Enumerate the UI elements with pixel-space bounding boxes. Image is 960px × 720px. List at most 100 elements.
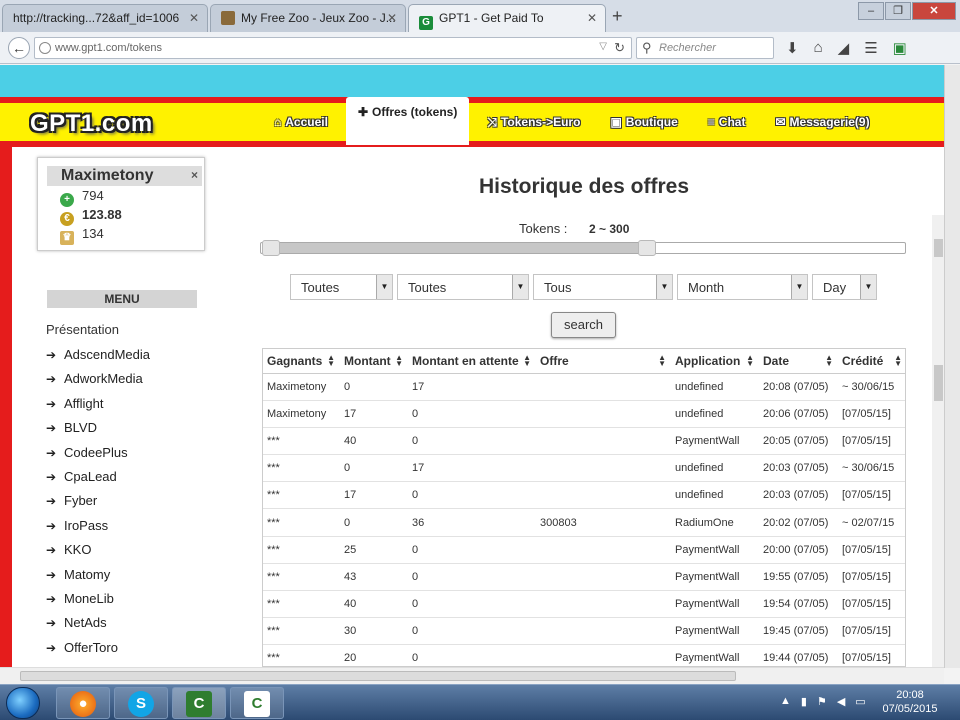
plus-circle-icon: + [60, 193, 74, 207]
start-button[interactable] [6, 687, 40, 719]
table-cell: PaymentWall [671, 590, 759, 619]
back-arrow-icon[interactable]: ← [8, 37, 30, 59]
nav-boutique[interactable]: ▣ Boutique [610, 103, 677, 141]
nav-offres[interactable]: ✚ Offres (tokens) [345, 97, 470, 145]
filter-select-1[interactable]: Toutes ▼ [290, 274, 393, 300]
browser-tab-bar: http://tracking...72&aff_id=1006 ✕ My Fr… [0, 0, 960, 33]
scrollbar-thumb[interactable] [934, 365, 943, 401]
column-header[interactable]: Montant ▲ ▼ [340, 349, 408, 374]
column-header[interactable]: Application ▲ ▼ [671, 349, 759, 374]
menu-item-afflight[interactable]: ➔ Afflight [46, 396, 104, 411]
taskbar-camtasia[interactable]: C [230, 687, 284, 719]
camtasia-icon: C [244, 691, 270, 717]
network-icon[interactable]: ▮ [801, 695, 807, 708]
close-tab-icon[interactable]: ✕ [387, 11, 397, 25]
addon-icon[interactable]: ▣ [893, 39, 907, 57]
menu-item-codeeplus[interactable]: ➔ CodeePlus [46, 445, 128, 460]
url-dropdown-icon[interactable]: ▽ [599, 41, 607, 52]
table-cell [536, 481, 671, 510]
minimize-icon[interactable]: – [858, 2, 884, 20]
filter-select-3[interactable]: Tous ▼ [533, 274, 673, 300]
browser-tab-myfreezoo[interactable]: My Free Zoo - Jeux Zoo - J... ✕ [210, 4, 406, 32]
gpt1-favicon-icon: G [419, 16, 433, 30]
sort-icon[interactable]: ▲ ▼ [746, 354, 754, 368]
menu-item-adworkmedia[interactable]: ➔ AdworkMedia [46, 371, 143, 386]
table-cell: 0 [340, 454, 408, 483]
nav-chat[interactable]: ≡ Chat [708, 103, 746, 141]
menu-item-kko[interactable]: ➔ KKO [46, 542, 91, 557]
filter-select-2[interactable]: Toutes ▼ [397, 274, 529, 300]
download-icon[interactable]: ⬇ [786, 39, 799, 57]
close-tab-icon[interactable]: ✕ [587, 11, 597, 25]
url-bar[interactable]: www.gpt1.com/tokens ▽ ↻ [34, 37, 632, 59]
chevron-down-icon: ▼ [791, 275, 807, 299]
menu-item-monelib[interactable]: ➔ MoneLib [46, 591, 114, 606]
maximize-icon[interactable]: ❐ [885, 2, 911, 20]
nav-tokens-euro[interactable]: ⤨ Tokens->Euro [487, 103, 580, 141]
sort-icon[interactable]: ▲ ▼ [894, 354, 902, 368]
tray-expand-icon[interactable]: ▲ [780, 695, 791, 708]
sort-icon[interactable]: ▲ ▼ [523, 354, 531, 368]
menu-icon[interactable]: ☰ [864, 39, 877, 57]
table-cell: 0 [408, 617, 536, 646]
search-button[interactable]: search [551, 312, 616, 338]
table-row: *** 30 0 PaymentWall 19:45 (07/05) [07/05/15] [263, 617, 905, 646]
volume-icon[interactable]: ◀ [837, 695, 845, 708]
sort-icon[interactable]: ▲ ▼ [825, 354, 833, 368]
new-tab-icon[interactable]: + [612, 6, 623, 27]
menu-item-matomy[interactable]: ➔ Matomy [46, 567, 110, 582]
close-icon[interactable]: × [191, 168, 198, 182]
taskbar-firefox[interactable]: ● [56, 687, 110, 719]
flag-icon[interactable]: ⚑ [817, 695, 827, 708]
nav-accueil[interactable]: ⌂ Accueil [274, 103, 328, 141]
system-clock[interactable]: 20:08 07/05/2015 [880, 688, 940, 716]
column-header[interactable]: Gagnants ▲ ▼ [263, 349, 340, 374]
scrollbar-thumb[interactable] [934, 239, 943, 257]
taskbar-camtasia-active[interactable]: C [172, 687, 226, 719]
slider-min-handle[interactable] [261, 240, 280, 256]
menu-presentation[interactable]: Présentation [46, 322, 119, 337]
column-header[interactable]: Date ▲ ▼ [759, 349, 838, 374]
site-logo[interactable]: GPT1.com [30, 110, 153, 138]
page-scrollbar[interactable] [932, 215, 944, 667]
sort-icon[interactable]: ▲ ▼ [395, 354, 403, 368]
menu-item-adscendmedia[interactable]: ➔ AdscendMedia [46, 347, 150, 362]
send-icon[interactable]: ◢ [838, 39, 850, 57]
browser-tab-gpt1[interactable]: G GPT1 - Get Paid To ✕ [408, 4, 606, 33]
nav-messagerie[interactable]: ✉ Messagerie(9) [775, 103, 869, 141]
column-header[interactable]: Crédité ▲ ▼ [838, 349, 905, 374]
slider-max-handle[interactable] [637, 240, 656, 256]
menu-item-offertoro[interactable]: ➔ OfferToro [46, 640, 118, 655]
taskbar-skype[interactable]: S [114, 687, 168, 719]
menu-item-fyber[interactable]: ➔ Fyber [46, 493, 97, 508]
sort-icon[interactable]: ▲ ▼ [327, 354, 335, 368]
close-tab-icon[interactable]: ✕ [189, 11, 199, 25]
browser-vertical-scrollbar[interactable] [944, 65, 960, 668]
table-row: *** 0 36 300803 RadiumOne 20:02 (07/05) ~ 02/0… [263, 508, 905, 537]
table-cell: 36 [408, 508, 536, 537]
monitor-icon[interactable]: ▭ [855, 695, 865, 708]
sort-icon[interactable]: ▲ ▼ [658, 354, 666, 368]
table-cell [536, 617, 671, 646]
reload-icon[interactable]: ↻ [614, 40, 625, 56]
menu-item-netads[interactable]: ➔ NetAds [46, 615, 107, 630]
chevron-down-icon: ▼ [656, 275, 672, 299]
filter-day-select[interactable]: Day ▼ [812, 274, 877, 300]
close-window-icon[interactable]: ✕ [912, 2, 956, 20]
filter-month-select[interactable]: Month ▼ [677, 274, 808, 300]
menu-item-blvd[interactable]: ➔ BLVD [46, 420, 97, 435]
tokens-range-slider[interactable] [260, 240, 906, 256]
browser-tab-tracking[interactable]: http://tracking...72&aff_id=1006 ✕ [2, 4, 208, 32]
menu-item-label: MoneLib [64, 591, 114, 606]
column-header[interactable]: Offre ▲ ▼ [536, 349, 671, 374]
home-icon[interactable]: ⌂ [814, 39, 823, 57]
browser-search-input[interactable]: ⚲ Rechercher [636, 37, 774, 59]
horizontal-scrollbar[interactable] [0, 667, 944, 684]
tab-title: My Free Zoo - Jeux Zoo - J... [241, 11, 396, 25]
column-header[interactable]: Montant en attente ▲ ▼ [408, 349, 536, 374]
menu-item-iropass[interactable]: ➔ IroPass [46, 518, 108, 533]
arrow-right-icon: ➔ [46, 592, 57, 606]
menu-item-cpalead[interactable]: ➔ CpaLead [46, 469, 117, 484]
table-cell: Maximetony [263, 400, 340, 428]
horizontal-scrollbar-thumb[interactable] [20, 671, 736, 681]
